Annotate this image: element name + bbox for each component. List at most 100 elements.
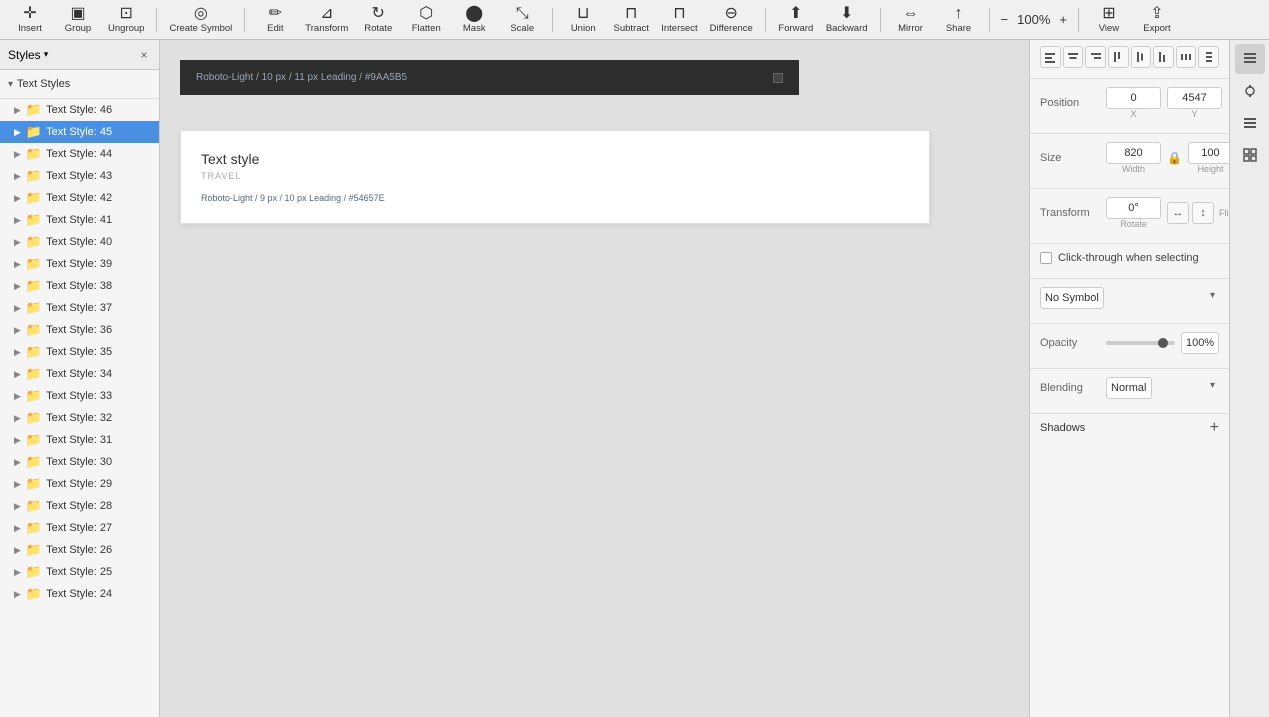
- lock-proportions-icon[interactable]: 🔒: [1167, 151, 1182, 165]
- resize-handle[interactable]: [773, 73, 783, 83]
- zoom-plus-button[interactable]: +: [1056, 12, 1070, 27]
- text-styles-group-header[interactable]: ▾ Text Styles: [0, 74, 159, 94]
- layer-chevron-icon: ▶: [14, 259, 21, 270]
- ungroup-button[interactable]: ⊡ Ungroup: [104, 2, 148, 38]
- styles-dropdown[interactable]: Styles ▾: [8, 48, 48, 62]
- grid-button[interactable]: [1235, 140, 1265, 170]
- opacity-slider[interactable]: [1106, 341, 1175, 345]
- align-left-button[interactable]: [1040, 46, 1061, 68]
- transform-button[interactable]: ⊿ Transform: [301, 2, 352, 38]
- insert-button[interactable]: ✛ Insert: [8, 2, 52, 38]
- create-symbol-button[interactable]: ◎ Create Symbol: [165, 2, 236, 38]
- layer-item[interactable]: ▶ 📁 Text Style: 28: [0, 495, 159, 517]
- transform-label: Transform: [305, 23, 348, 34]
- layer-item[interactable]: ▶ 📁 Text Style: 30: [0, 451, 159, 473]
- layer-chevron-icon: ▶: [14, 237, 21, 248]
- position-section: Position X Y: [1030, 79, 1229, 134]
- symbol-select[interactable]: No Symbol: [1040, 287, 1104, 309]
- blending-select[interactable]: Normal: [1106, 377, 1152, 399]
- mask-button[interactable]: ⬤ Mask: [452, 2, 496, 38]
- align-center-h-button[interactable]: [1063, 46, 1084, 68]
- mask-icon: ⬤: [465, 6, 483, 22]
- zoom-controls: − 100% +: [998, 2, 1070, 38]
- ungroup-label: Ungroup: [108, 23, 144, 34]
- layer-item[interactable]: ▶ 📁 Text Style: 34: [0, 363, 159, 385]
- canvas-area[interactable]: Roboto-Light / 10 px / 11 px Leading / #…: [160, 40, 1029, 717]
- width-input[interactable]: [1106, 142, 1161, 164]
- align-right-button[interactable]: [1085, 46, 1106, 68]
- layer-item[interactable]: ▶ 📁 Text Style: 45: [0, 121, 159, 143]
- align-bottom-button[interactable]: [1153, 46, 1174, 68]
- rotate-button[interactable]: ↻ Rotate: [356, 2, 400, 38]
- opacity-input[interactable]: [1181, 332, 1219, 354]
- group-button[interactable]: ▣ Group: [56, 2, 100, 38]
- intersect-icon: ⊓: [673, 6, 685, 22]
- folder-icon: 📁: [26, 454, 42, 470]
- flip-v-button[interactable]: ↕: [1192, 202, 1214, 224]
- layer-chevron-icon: ▶: [14, 325, 21, 336]
- symbol-select-wrapper: No Symbol: [1040, 287, 1219, 309]
- layer-chevron-icon: ▶: [14, 303, 21, 314]
- layer-item[interactable]: ▶ 📁 Text Style: 29: [0, 473, 159, 495]
- click-through-row: Click-through when selecting: [1040, 252, 1219, 264]
- canvas-light-title: Text style: [201, 151, 909, 167]
- layer-item[interactable]: ▶ 📁 Text Style: 43: [0, 165, 159, 187]
- layer-item[interactable]: ▶ 📁 Text Style: 27: [0, 517, 159, 539]
- layer-item[interactable]: ▶ 📁 Text Style: 46: [0, 99, 159, 121]
- separator-3: [552, 8, 553, 32]
- export-button[interactable]: ⇪ Export: [1135, 2, 1179, 38]
- panel-close-button[interactable]: ×: [137, 48, 151, 62]
- layer-item[interactable]: ▶ 📁 Text Style: 41: [0, 209, 159, 231]
- layer-item[interactable]: ▶ 📁 Text Style: 44: [0, 143, 159, 165]
- intersect-button[interactable]: ⊓ Intersect: [657, 2, 701, 38]
- link-button[interactable]: [1235, 76, 1265, 106]
- layer-name: Text Style: 27: [46, 522, 112, 534]
- layer-item[interactable]: ▶ 📁 Text Style: 39: [0, 253, 159, 275]
- flip-h-button[interactable]: ↔: [1167, 202, 1189, 224]
- layer-chevron-icon: ▶: [14, 105, 21, 116]
- layer-item[interactable]: ▶ 📁 Text Style: 40: [0, 231, 159, 253]
- layer-item[interactable]: ▶ 📁 Text Style: 32: [0, 407, 159, 429]
- rotate-input[interactable]: [1106, 197, 1161, 219]
- height-input[interactable]: [1188, 142, 1229, 164]
- zoom-level-display[interactable]: 100%: [1013, 2, 1054, 38]
- zoom-level-label: 100%: [1017, 12, 1050, 27]
- align-center-v-button[interactable]: [1131, 46, 1152, 68]
- edit-icon: ✏: [269, 6, 282, 22]
- position-x-input[interactable]: [1106, 87, 1161, 109]
- position-y-input[interactable]: [1167, 87, 1222, 109]
- scale-button[interactable]: ⤡ Scale: [500, 2, 544, 38]
- align-top-button[interactable]: [1108, 46, 1129, 68]
- backward-button[interactable]: ⬇ Backward: [822, 2, 872, 38]
- opacity-thumb[interactable]: [1158, 338, 1168, 348]
- layer-item[interactable]: ▶ 📁 Text Style: 42: [0, 187, 159, 209]
- distribute-v-button[interactable]: [1198, 46, 1219, 68]
- layer-item[interactable]: ▶ 📁 Text Style: 24: [0, 583, 159, 605]
- layer-item[interactable]: ▶ 📁 Text Style: 36: [0, 319, 159, 341]
- share-button[interactable]: ↑ Share: [937, 2, 981, 38]
- distribute-h-button[interactable]: [1176, 46, 1197, 68]
- layer-name: Text Style: 30: [46, 456, 112, 468]
- add-shadow-button[interactable]: +: [1210, 420, 1219, 436]
- inspector-button[interactable]: [1235, 44, 1265, 74]
- edit-button[interactable]: ✏ Edit: [253, 2, 297, 38]
- difference-button[interactable]: ⊖ Difference: [706, 2, 757, 38]
- click-through-checkbox[interactable]: [1040, 252, 1052, 264]
- layer-chevron-icon: ▶: [14, 567, 21, 578]
- rotate-label: Rotate: [364, 23, 392, 34]
- layer-item[interactable]: ▶ 📁 Text Style: 37: [0, 297, 159, 319]
- mirror-button[interactable]: ⇔ Mirror: [889, 2, 933, 38]
- forward-button[interactable]: ⬆ Forward: [774, 2, 818, 38]
- subtract-button[interactable]: ⊓ Subtract: [609, 2, 653, 38]
- union-button[interactable]: ⊔ Union: [561, 2, 605, 38]
- flatten-button[interactable]: ⬡ Flatten: [404, 2, 448, 38]
- layer-item[interactable]: ▶ 📁 Text Style: 26: [0, 539, 159, 561]
- layer-item[interactable]: ▶ 📁 Text Style: 25: [0, 561, 159, 583]
- layer-item[interactable]: ▶ 📁 Text Style: 35: [0, 341, 159, 363]
- layers-panel-button[interactable]: [1235, 108, 1265, 138]
- zoom-minus-button[interactable]: −: [998, 12, 1012, 27]
- layer-item[interactable]: ▶ 📁 Text Style: 33: [0, 385, 159, 407]
- view-button[interactable]: ⊞ View: [1087, 2, 1131, 38]
- layer-item[interactable]: ▶ 📁 Text Style: 38: [0, 275, 159, 297]
- layer-item[interactable]: ▶ 📁 Text Style: 31: [0, 429, 159, 451]
